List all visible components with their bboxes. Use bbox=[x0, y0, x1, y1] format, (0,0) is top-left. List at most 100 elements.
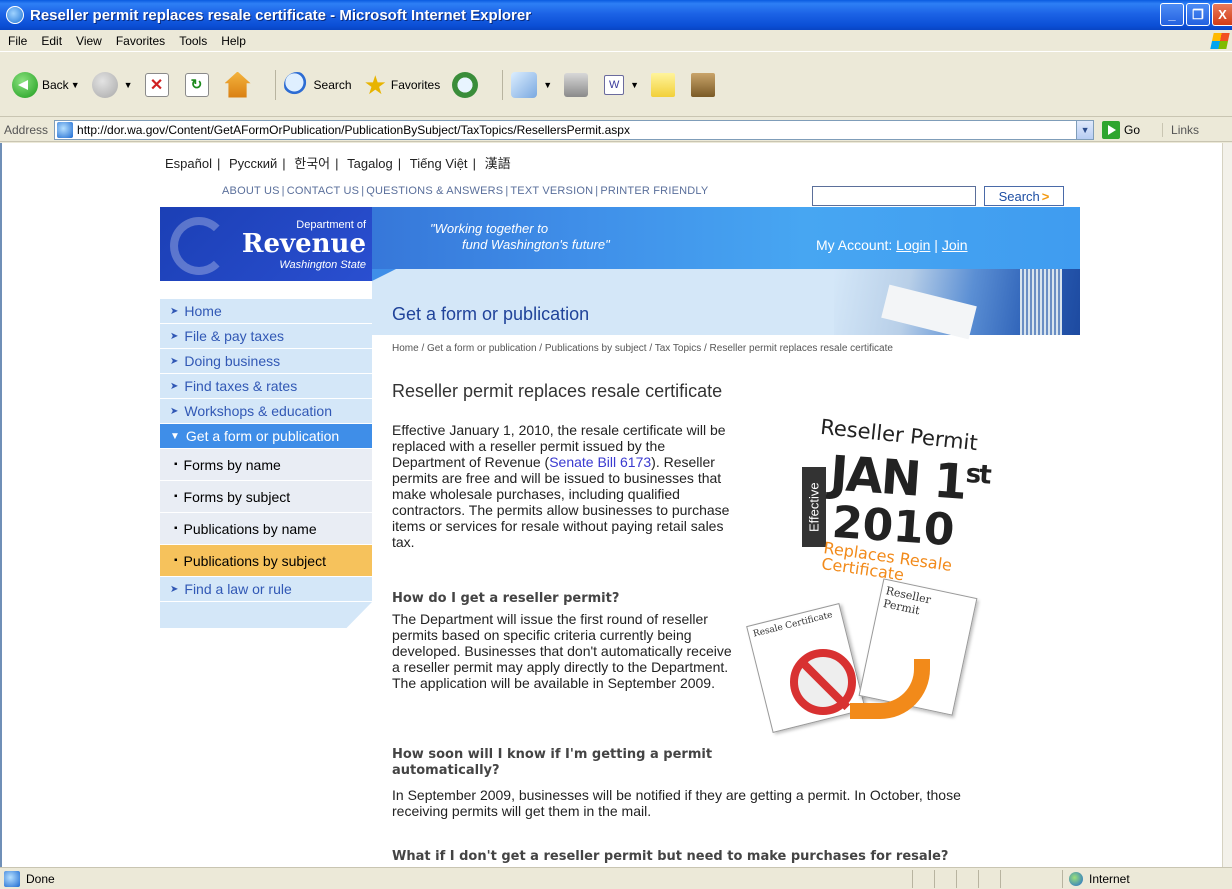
sidebar-item-workshops[interactable]: ➤ Workshops & education bbox=[160, 399, 372, 424]
sidebar-item-label: Home bbox=[184, 303, 222, 319]
sidebar-item-label: Doing business bbox=[184, 353, 281, 369]
links-button[interactable]: Links bbox=[1162, 122, 1199, 137]
sidebar-sub-publications-by-subject[interactable]: ▪ Publications by subject bbox=[160, 545, 372, 577]
menu-tools[interactable]: Tools bbox=[179, 34, 207, 48]
sidebar-sub-forms-by-subject[interactable]: ▪ Forms by subject bbox=[160, 481, 372, 513]
stop-button[interactable]: ✕ bbox=[144, 72, 173, 97]
address-dropdown-icon[interactable]: ▼ bbox=[1076, 120, 1094, 139]
triangle-right-icon: ➤ bbox=[170, 380, 179, 392]
join-link[interactable]: Join bbox=[942, 237, 968, 253]
window-title: Reseller permit replaces resale certific… bbox=[30, 6, 532, 24]
sidebar-sub-label: Forms by subject bbox=[183, 488, 291, 505]
restore-button[interactable]: ❐ bbox=[1186, 3, 1210, 26]
nav-printer-friendly[interactable]: PRINTER FRIENDLY bbox=[600, 185, 708, 197]
tagline-line2: fund Washington's future" bbox=[462, 237, 610, 252]
triangle-right-icon: ➤ bbox=[170, 583, 179, 595]
globe-icon bbox=[1069, 872, 1083, 886]
sidebar-item-label: Find taxes & rates bbox=[184, 378, 298, 394]
refresh-button[interactable]: ↻ bbox=[184, 72, 213, 97]
edit-button[interactable]: W ▼ bbox=[604, 74, 640, 95]
sidebar-item-get-form[interactable]: ▼ Get a form or publication bbox=[160, 424, 372, 449]
chevron-down-icon: ▼ bbox=[630, 79, 640, 90]
favorites-button[interactable]: ★ Favorites bbox=[364, 72, 441, 98]
print-button[interactable] bbox=[564, 72, 592, 97]
sidebar-sub-label: Forms by name bbox=[183, 456, 281, 473]
menu-help[interactable]: Help bbox=[221, 34, 246, 48]
forward-button[interactable]: ▼ bbox=[91, 71, 133, 98]
close-button[interactable]: X bbox=[1212, 3, 1232, 26]
login-link[interactable]: Login bbox=[896, 237, 930, 253]
address-url: http://dor.wa.gov/Content/GetAFormOrPubl… bbox=[77, 122, 630, 137]
lang-korean[interactable]: 한국어 bbox=[294, 156, 330, 171]
menu-file[interactable]: File bbox=[8, 34, 27, 48]
lang-tagalog[interactable]: Tagalog bbox=[347, 156, 393, 171]
site-search-button[interactable]: Search > bbox=[984, 186, 1064, 206]
home-icon bbox=[224, 71, 251, 98]
go-button[interactable]: Go bbox=[1102, 120, 1140, 139]
mail-button[interactable]: ▼ bbox=[511, 71, 552, 98]
menu-edit[interactable]: Edit bbox=[41, 34, 62, 48]
sidebar-sub-publications-by-name[interactable]: ▪ Publications by name bbox=[160, 513, 372, 545]
nav-about-us[interactable]: ABOUT US bbox=[222, 185, 280, 197]
sidebar-sub-forms-by-name[interactable]: ▪ Forms by name bbox=[160, 449, 372, 481]
nav-contact-us[interactable]: CONTACT US bbox=[287, 185, 360, 197]
browser-viewport: Español | Русский | 한국어 | Tagalog | Tiếng Vi… bbox=[0, 143, 1232, 867]
sidebar: ➤ Home ➤ File & pay taxes ➤ Doing business … bbox=[160, 299, 372, 628]
history-button[interactable] bbox=[452, 71, 482, 98]
menu-view[interactable]: View bbox=[76, 34, 102, 48]
nav-text-version[interactable]: TEXT VERSION bbox=[510, 185, 593, 197]
discuss-button[interactable] bbox=[651, 72, 679, 97]
question-heading: How do I get a reseller permit? bbox=[392, 591, 620, 606]
word-icon: W bbox=[604, 74, 625, 95]
breadcrumb[interactable]: Home / Get a form or publication / Publi… bbox=[392, 343, 893, 354]
ie-icon bbox=[6, 6, 24, 24]
sidebar-end bbox=[160, 602, 372, 628]
tagline-line1: "Working together to bbox=[430, 221, 549, 236]
header-photo bbox=[834, 269, 1080, 340]
sidebar-item-label: Find a law or rule bbox=[184, 581, 292, 597]
vertical-scrollbar[interactable] bbox=[1222, 143, 1232, 867]
page-icon bbox=[4, 870, 20, 887]
sidebar-item-label: Workshops & education bbox=[184, 403, 332, 419]
address-label: Address bbox=[4, 122, 49, 137]
refresh-icon: ↻ bbox=[184, 72, 209, 97]
address-input[interactable]: http://dor.wa.gov/Content/GetAFormOrPubl… bbox=[54, 119, 1095, 140]
menu-favorites[interactable]: Favorites bbox=[116, 34, 165, 48]
section-title: Get a form or publication bbox=[392, 304, 590, 324]
sidebar-item-doing-business[interactable]: ➤ Doing business bbox=[160, 349, 372, 374]
question-heading: What if I don't get a reseller permit bu… bbox=[392, 849, 949, 864]
lang-russian[interactable]: Русский bbox=[229, 156, 277, 171]
dor-logo[interactable]: Department of Revenue Washington State bbox=[160, 207, 372, 281]
nav-questions-answers[interactable]: QUESTIONS & ANSWERS bbox=[366, 185, 503, 197]
lang-spanish[interactable]: Español bbox=[165, 156, 212, 171]
triangle-right-icon: ➤ bbox=[170, 355, 179, 367]
sidebar-item-find-law[interactable]: ➤ Find a law or rule bbox=[160, 577, 372, 602]
research-button[interactable] bbox=[691, 72, 719, 97]
senate-bill-link[interactable]: Senate Bill 6173 bbox=[549, 454, 651, 470]
lang-chinese[interactable]: 漢語 bbox=[485, 156, 511, 171]
sidebar-item-home[interactable]: ➤ Home bbox=[160, 299, 372, 324]
minimize-button[interactable]: _ bbox=[1160, 3, 1184, 26]
chevron-down-icon: ▼ bbox=[70, 79, 80, 90]
status-done: Done bbox=[0, 870, 55, 887]
search-label: Search bbox=[313, 77, 352, 92]
title-bar: Reseller permit replaces resale certific… bbox=[0, 0, 1232, 30]
favorites-label: Favorites bbox=[390, 77, 441, 92]
note-icon bbox=[651, 72, 676, 97]
back-button[interactable]: Back ▼ bbox=[12, 71, 80, 98]
sidebar-item-file-pay[interactable]: ➤ File & pay taxes bbox=[160, 324, 372, 349]
home-button[interactable] bbox=[224, 71, 255, 98]
bullet-icon: ▪ bbox=[174, 555, 178, 566]
search-toolbar-button[interactable]: Search bbox=[283, 71, 352, 98]
reseller-permit-graphic: Reseller Permit Effective JAN 1st 2010 R… bbox=[792, 413, 991, 584]
bullet-icon: ▪ bbox=[174, 523, 178, 534]
curved-arrow-icon bbox=[850, 659, 930, 719]
lang-vietnamese[interactable]: Tiếng Việt bbox=[410, 156, 468, 171]
logo-swirl-icon bbox=[170, 217, 228, 275]
site-search-input[interactable] bbox=[812, 186, 976, 206]
toolbar: Back ▼ ▼ ✕ ↻ Search ★ Favorites ▼ W ▼ bbox=[0, 53, 1232, 117]
triangle-down-icon: ▼ bbox=[170, 430, 180, 442]
sidebar-item-label: File & pay taxes bbox=[184, 328, 284, 344]
sidebar-item-find-taxes[interactable]: ➤ Find taxes & rates bbox=[160, 374, 372, 399]
forward-arrow-icon bbox=[91, 71, 118, 98]
